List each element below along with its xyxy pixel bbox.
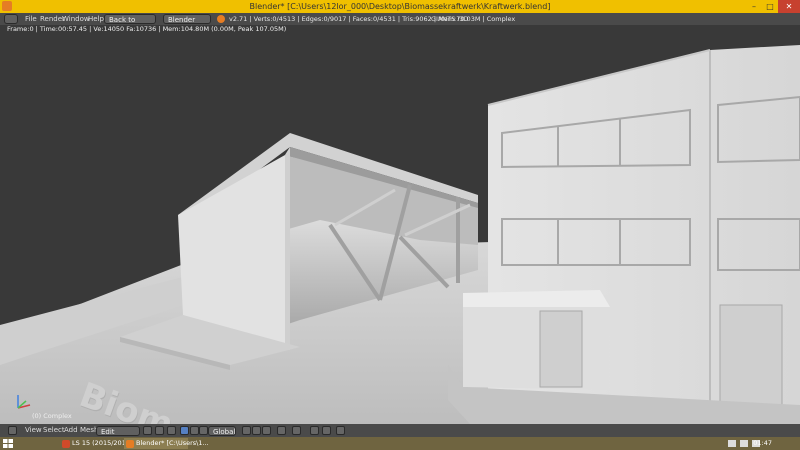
windows-taskbar: LS 15 (2015/2017 Ma... Blender* [C:\User… <box>0 437 800 450</box>
taskbar-item[interactable]: LS 15 (2015/2017 Ma... <box>60 438 148 449</box>
scene-label: GIANTS I3D <box>431 15 469 23</box>
title-bar: Blender* [C:\Users\12lor_000\Desktop\Bio… <box>0 0 800 13</box>
app-icon <box>62 440 70 448</box>
tray-icon[interactable] <box>728 440 736 447</box>
annex-door <box>539 310 583 388</box>
close-button[interactable]: ✕ <box>778 0 800 13</box>
3d-view-header: View Select Add Mesh Edit Mode Global <box>0 424 800 446</box>
3d-viewport[interactable]: Biom Frame:0 | Time:00:57.45 | Ve:14050 … <box>0 25 800 424</box>
render-icon[interactable] <box>336 426 345 435</box>
editor-type-icon[interactable] <box>4 14 18 24</box>
window-controls: – □ ✕ <box>746 0 800 13</box>
menu-select[interactable]: Select <box>43 424 65 437</box>
render-info: Frame:0 | Time:00:57.45 | Ve:14050 Fa:10… <box>7 25 287 33</box>
network-icon[interactable] <box>740 440 748 447</box>
shading-select[interactable] <box>143 426 152 435</box>
maximize-button[interactable]: □ <box>762 0 778 13</box>
taskbar-item-active[interactable]: Blender* [C:\Users\1... <box>124 438 209 449</box>
menu-help[interactable]: Help <box>88 13 104 25</box>
scene-stats: v2.71 | Verts:0/4513 | Edges:0/9017 | Fa… <box>229 15 516 23</box>
translate-icon[interactable] <box>180 426 189 435</box>
face-select-icon[interactable] <box>262 426 271 435</box>
menu-window[interactable]: Window <box>62 13 90 25</box>
mode-select[interactable]: Edit Mode <box>96 426 140 446</box>
proportional-edit-icon[interactable] <box>292 426 301 435</box>
taskbar-clock[interactable]: 01:47 <box>753 437 772 450</box>
taskbar-item-label: Blender* [C:\Users\1... <box>136 439 209 447</box>
render-engine-select[interactable]: Blender Render <box>163 14 211 34</box>
selected-object-label: (0) Complex <box>32 412 72 420</box>
scene-render <box>0 45 800 424</box>
blender-icon <box>126 440 134 448</box>
info-header: File Render Window Help Back to Previous… <box>0 13 800 34</box>
rotate-icon[interactable] <box>190 426 199 435</box>
editor-type-icon[interactable] <box>8 426 17 435</box>
menu-add[interactable]: Add <box>64 424 78 437</box>
scale-icon[interactable] <box>199 426 208 435</box>
windows-start-icon[interactable] <box>2 438 14 449</box>
pivot-icon[interactable] <box>155 426 164 435</box>
orientation-select[interactable]: Global <box>208 426 236 436</box>
edge-select-icon[interactable] <box>252 426 261 435</box>
blender-icon <box>217 15 225 23</box>
snap-target-icon[interactable] <box>322 426 331 435</box>
menu-file[interactable]: File <box>25 13 37 25</box>
manipulator-icon[interactable] <box>167 426 176 435</box>
vertex-select-icon[interactable] <box>242 426 251 435</box>
snap-icon[interactable] <box>310 426 319 435</box>
back-to-previous-button[interactable]: Back to Previous <box>104 14 156 34</box>
occlude-icon[interactable] <box>277 426 286 435</box>
menu-view[interactable]: View <box>25 424 42 437</box>
minimize-button[interactable]: – <box>746 0 762 13</box>
building-door <box>719 304 783 416</box>
annex-building <box>463 295 610 390</box>
window-title: Blender* [C:\Users\12lor_000\Desktop\Bio… <box>249 2 551 11</box>
